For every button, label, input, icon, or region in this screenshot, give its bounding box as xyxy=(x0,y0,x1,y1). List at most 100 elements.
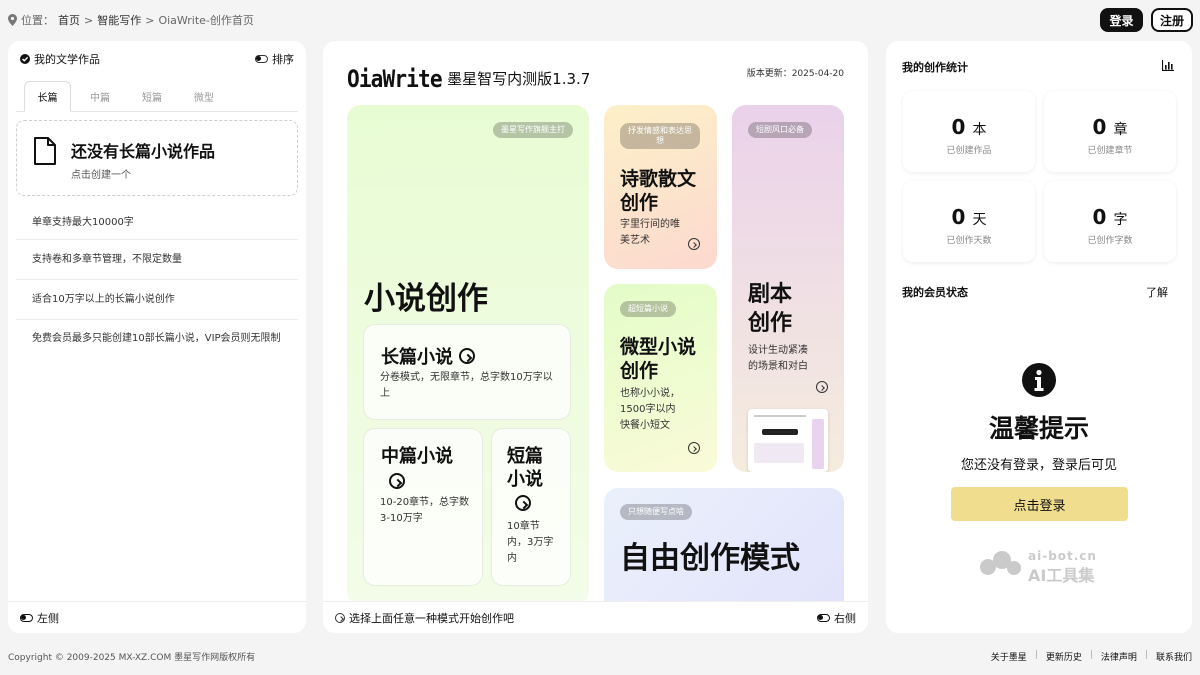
breadcrumb-home[interactable]: 首页 xyxy=(58,12,80,28)
short-novel-title: 短篇小说 xyxy=(507,446,543,490)
arrow-right-icon xyxy=(389,473,405,489)
copyright: Copyright © 2009-2025 MX-XZ.COM 墨星写作网版权所… xyxy=(8,653,256,663)
preview-bar xyxy=(762,429,798,435)
poetry-title: 诗歌散文创作 xyxy=(620,168,697,214)
preview-line xyxy=(754,415,806,417)
mid-novel-heading: 中篇小说 xyxy=(381,445,471,493)
stat-words: 0 字 已创作字数 xyxy=(1044,181,1176,262)
tip-title: 温馨提示 xyxy=(988,414,1089,443)
member-learn-link[interactable]: 了解 xyxy=(1146,284,1168,300)
watermark-name: AI工具集 xyxy=(1028,566,1095,585)
arrow-right-icon xyxy=(335,612,345,623)
free-title: 自由创作模式 xyxy=(620,541,800,576)
create-panel: OiaWrite - 墨星智写内测版1.3.7 版本更新：2025-04-20 … xyxy=(323,41,868,633)
short-novel-desc: 10章节内，3万字内 xyxy=(507,521,554,564)
stat-words-value: 0 字 xyxy=(1092,205,1128,229)
mid-novel-title: 中篇小说 xyxy=(381,446,453,467)
stat-works-label: 已创建作品 xyxy=(946,146,992,156)
member-title: 我的会员状态 xyxy=(902,286,968,299)
script-desc: 设计生动紧凑的场景和对白 xyxy=(748,345,808,372)
arrow-right-icon xyxy=(688,442,700,454)
preview-sidebar xyxy=(812,419,824,469)
stat-chapters-label: 已创建章节 xyxy=(1087,146,1133,156)
script-title: 剧本创作 xyxy=(748,282,793,336)
toggle-icon xyxy=(817,613,830,622)
oiawrite-logo: OiaWrite xyxy=(347,65,443,93)
preview-block xyxy=(754,443,804,463)
free-mode-card[interactable]: 只想随便写点啥 自由创作模式 xyxy=(604,488,844,618)
stat-chapters: 0 章 已创建章节 xyxy=(1044,91,1176,172)
script-card[interactable]: 短剧风口必备 剧本创作 设计生动紧凑的场景和对白 xyxy=(732,105,844,472)
footer-link-about[interactable]: 关于墨星 xyxy=(991,650,1027,663)
script-preview-image xyxy=(748,409,828,472)
tab-short[interactable]: 短篇 xyxy=(130,81,174,112)
script-pill: 短剧风口必备 xyxy=(748,122,812,138)
poetry-desc: 字里行间的唯美艺术 xyxy=(620,219,680,246)
footer-sep: | xyxy=(1089,650,1093,660)
feature-item: 免费会员最多只能创建10部长篇小说，VIP会员则无限制 xyxy=(32,333,281,344)
feature-item: 单章支持最大10000字 xyxy=(16,206,298,240)
footer-link-legal[interactable]: 法律声明 xyxy=(1101,650,1137,663)
feature-item: 支持卷和多章节管理，不限定数量 xyxy=(16,240,298,280)
empty-subtitle: 点击创建一个 xyxy=(71,170,131,181)
top-bar: 位置： 首页 > 智能写作 > OiaWrite-创作首页 登录 注册 xyxy=(0,0,1200,40)
breadcrumb-writing[interactable]: 智能写作 xyxy=(97,12,141,28)
mid-novel-card[interactable]: 中篇小说 10-20章节，总字数3-10万字 xyxy=(363,428,483,586)
micro-novel-card[interactable]: 超短篇小说 微型小说创作 也称小小说，1500字以内快餐小短文 xyxy=(604,284,717,472)
stat-chapters-value: 0 章 xyxy=(1092,115,1128,139)
bar-chart-icon[interactable] xyxy=(1162,60,1174,71)
arrow-right-icon xyxy=(816,381,828,393)
stats-panel: 我的创作统计 0 本 已创建作品 0 章 已创建章节 0 天 已创作天数 0 字… xyxy=(886,41,1192,633)
arrow-right-icon xyxy=(459,348,475,364)
arrow-right-icon xyxy=(688,238,700,250)
login-button[interactable]: 登录 xyxy=(1100,8,1143,32)
short-novel-heading: 短篇小说 xyxy=(507,445,551,514)
stat-works: 0 本 已创建作品 xyxy=(903,91,1035,172)
free-pill: 只想随便写点啥 xyxy=(620,504,692,520)
tab-medium[interactable]: 中篇 xyxy=(78,81,122,112)
poetry-pill: 抒发情感和表达思想 xyxy=(620,123,700,149)
footer-links: 关于墨星 | 更新历史 | 法律声明 | 联系我们 xyxy=(991,650,1192,663)
footer: Copyright © 2009-2025 MX-XZ.COM 墨星写作网版权所… xyxy=(0,645,1200,665)
breadcrumb-label: 位置： xyxy=(21,14,54,27)
footer-link-contact[interactable]: 联系我们 xyxy=(1156,650,1192,663)
stat-works-value: 0 本 xyxy=(951,115,987,139)
footer-sep: | xyxy=(1034,650,1038,660)
tab-long[interactable]: 长篇 xyxy=(24,81,71,112)
right-toggle[interactable]: 右侧 xyxy=(817,610,856,626)
info-icon xyxy=(1022,363,1056,397)
micro-pill: 超短篇小说 xyxy=(620,301,676,317)
breadcrumb-current: OiaWrite-创作首页 xyxy=(158,14,254,27)
empty-title: 还没有长篇小说作品 xyxy=(71,142,216,161)
breadcrumb-sep: > xyxy=(145,13,155,27)
micro-title: 微型小说创作 xyxy=(620,336,697,382)
click-login-button[interactable]: 点击登录 xyxy=(951,487,1128,521)
center-bottom-bar: 选择上面任意一种模式开始创作吧 右侧 xyxy=(323,601,868,633)
works-panel: 我的文学作品 排序 长篇 中篇 短篇 微型 还没有长篇小说作品 点击创建一个 单… xyxy=(8,41,306,633)
tip-text: 您还没有登录，登录后可见 xyxy=(960,458,1117,473)
short-novel-card[interactable]: 短篇小说 10章节内，3万字内 xyxy=(491,428,571,586)
location-pin-icon xyxy=(8,14,17,26)
poetry-card[interactable]: 抒发情感和表达思想 诗歌散文创作 字里行间的唯美艺术 xyxy=(604,105,717,269)
footer-sep: | xyxy=(1144,650,1148,660)
novel-card[interactable]: 墨星写作旗舰主打 小说创作 长篇小说 分卷模式，无限章节，总字数10万字以上 中… xyxy=(347,105,589,605)
sort-label: 排序 xyxy=(272,53,294,66)
tab-micro[interactable]: 微型 xyxy=(182,81,226,112)
works-tabs: 长篇 中篇 短篇 微型 xyxy=(16,81,298,112)
footer-link-history[interactable]: 更新历史 xyxy=(1046,650,1082,663)
mid-novel-desc: 10-20章节，总字数3-10万字 xyxy=(380,497,470,524)
feature-item: 适合10万字以上的长篇小说创作 xyxy=(16,280,298,320)
stat-days-label: 已创作天数 xyxy=(946,236,992,246)
long-novel-card[interactable]: 长篇小说 分卷模式，无限章节，总字数10万字以上 xyxy=(363,324,571,420)
toggle-icon xyxy=(255,55,268,63)
arrow-right-icon xyxy=(515,495,531,511)
toggle-icon xyxy=(20,613,33,622)
mode-hint: 选择上面任意一种模式开始创作吧 xyxy=(335,610,514,626)
long-novel-desc: 分卷模式，无限章节，总字数10万字以上 xyxy=(380,372,553,399)
app-subtitle: - 墨星智写内测版1.3.7 xyxy=(437,70,591,88)
sort-button[interactable]: 排序 xyxy=(255,51,294,67)
left-toggle-bar[interactable]: 左侧 xyxy=(8,601,306,633)
register-button[interactable]: 注册 xyxy=(1151,8,1193,32)
stat-words-label: 已创作字数 xyxy=(1087,236,1133,246)
create-work-card[interactable]: 还没有长篇小说作品 点击创建一个 xyxy=(16,120,298,196)
